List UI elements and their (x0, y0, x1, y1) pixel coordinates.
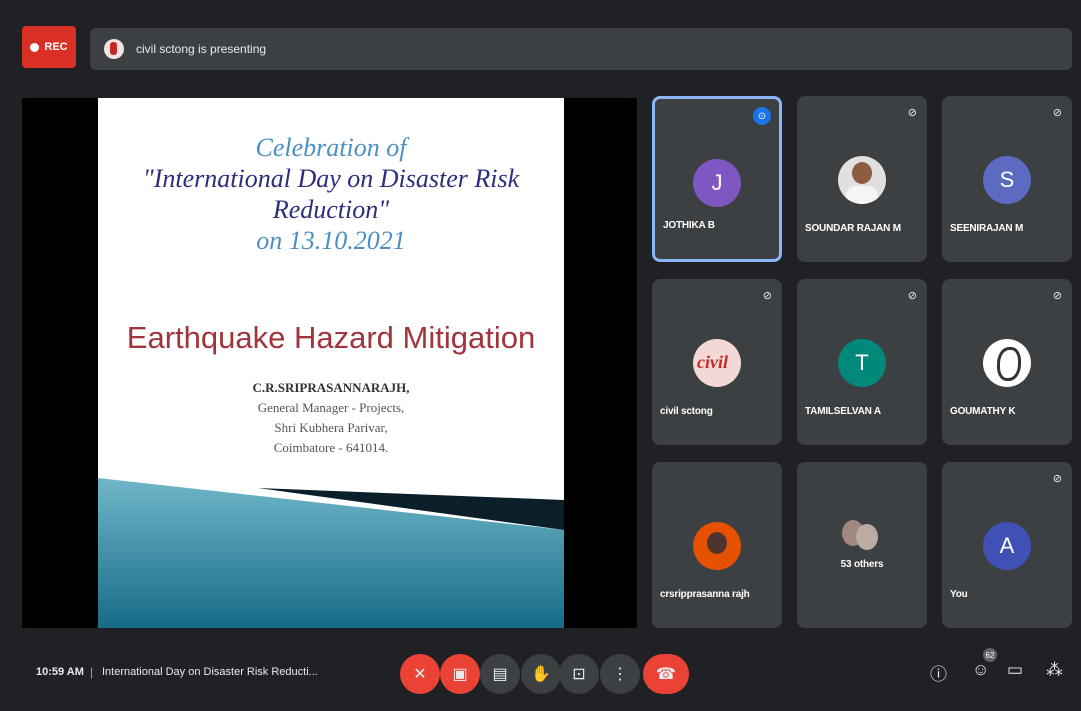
captions-icon: ▤ (492, 666, 508, 683)
avatar (983, 339, 1031, 387)
shirt-shape (846, 186, 878, 204)
mic-off-icon: ⊘ (762, 290, 772, 302)
author-location: Coimbatore - 641014. (273, 440, 389, 455)
participant-name: SEENIRAJAN M (950, 223, 1024, 234)
present-button[interactable]: ⊡ (559, 654, 599, 694)
avatar-initial: S (999, 167, 1015, 192)
avatar (693, 339, 741, 387)
chat-icon[interactable]: ▭ (1007, 660, 1023, 680)
end-call-icon: ☎ (656, 666, 676, 683)
presentation-stage: Celebration of "International Day on Dis… (22, 98, 637, 628)
participant-tile[interactable]: ⊘ A You (942, 462, 1072, 628)
participant-tile[interactable]: ⊘ T TAMILSELVAN A (797, 279, 927, 445)
participant-name: GOUMATHY K (950, 406, 1016, 417)
heading-line: Reduction" (272, 195, 390, 224)
rec-label: REC (44, 41, 68, 53)
author-block: C.R.SRIPRASANNARAJH, General Manager - P… (98, 378, 564, 458)
mic-off-icon: ⊘ (907, 290, 917, 302)
pin-icon[interactable]: ⊙ (753, 107, 771, 125)
avatar: S (983, 156, 1031, 204)
avatar: A (983, 522, 1031, 570)
avatar: T (838, 339, 886, 387)
presentation-slide: Celebration of "International Day on Dis… (98, 98, 564, 628)
mic-toggle-button[interactable]: ✕ (400, 654, 440, 694)
mic-off-icon: ⊘ (907, 107, 917, 119)
participant-name: TAMILSELVAN A (805, 406, 881, 417)
face-shape (852, 162, 872, 184)
recording-badge[interactable]: REC (22, 26, 76, 68)
slide-wave-decoration (98, 478, 564, 628)
participant-tile[interactable]: ⊙ J JOTHIKA B (652, 96, 782, 262)
heading-line: "International Day on Disaster Risk (142, 164, 520, 193)
leave-call-button[interactable]: ☎ (643, 654, 689, 694)
activities-icon[interactable]: ⁂ (1046, 660, 1063, 680)
mic-off-icon: ✕ (413, 666, 427, 683)
mic-off-icon: ⊘ (1052, 473, 1062, 485)
others-label: 53 others (840, 559, 884, 570)
info-icon[interactable]: ⓘ (930, 660, 947, 685)
participant-tile[interactable]: ⊘ civil sctong (652, 279, 782, 445)
author-company: Shri Kubhera Parivar, (274, 420, 388, 435)
participant-tile[interactable]: ⊘ S SEENIRAJAN M (942, 96, 1072, 262)
mic-off-icon: ⊘ (1052, 290, 1062, 302)
participant-tile[interactable]: 53 others (797, 462, 927, 628)
heading-line: Celebration of (255, 133, 407, 162)
heading-line: on 13.10.2021 (256, 226, 406, 255)
participant-tile[interactable]: crsripprasanna rajh (652, 462, 782, 628)
participant-name: SOUNDAR RAJAN M (805, 223, 901, 234)
avatar (838, 156, 886, 204)
more-options-button[interactable]: ⋮ (600, 654, 640, 694)
camera-off-icon: ▣ (452, 666, 468, 683)
participant-name: You (950, 589, 968, 600)
record-dot-icon (30, 42, 40, 52)
meeting-title: International Day on Disaster Risk Reduc… (102, 666, 318, 678)
people-icon[interactable]: ☺ (972, 660, 989, 680)
slide-title: Earthquake Hazard Mitigation (126, 320, 536, 355)
author-name: C.R.SRIPRASANNARAJH, (252, 380, 410, 395)
presenting-banner: civil sctong is presenting (90, 28, 1072, 70)
mic-off-icon: ⊘ (1052, 107, 1062, 119)
clock: 10:59 AM (36, 666, 84, 678)
more-icon: ⋮ (612, 666, 628, 683)
separator: | (90, 665, 94, 679)
avatar (856, 524, 878, 550)
raise-hand-button[interactable]: ✋ (521, 654, 561, 694)
slide-heading: Celebration of "International Day on Dis… (98, 132, 564, 256)
group-avatars (842, 520, 882, 560)
presenting-text: civil sctong is presenting (136, 42, 267, 56)
participant-tile[interactable]: ⊘ GOUMATHY K (942, 279, 1072, 445)
avatar-initial: T (855, 350, 869, 375)
participant-tile[interactable]: ⊘ SOUNDAR RAJAN M (797, 96, 927, 262)
bottom-bar: 10:59 AM | International Day on Disaster… (0, 640, 1081, 711)
avatar-initial: J (711, 170, 723, 195)
participant-name: civil sctong (660, 406, 713, 417)
raise-hand-icon: ✋ (531, 666, 551, 683)
present-icon: ⊡ (572, 666, 586, 683)
avatar (693, 522, 741, 570)
camera-toggle-button[interactable]: ▣ (440, 654, 480, 694)
participant-name: crsripprasanna rajh (660, 589, 750, 600)
avatar: J (693, 159, 741, 207)
author-position: General Manager - Projects, (257, 400, 405, 415)
participant-name: JOTHIKA B (663, 220, 715, 231)
captions-button[interactable]: ▤ (480, 654, 520, 694)
top-bar: REC civil sctong is presenting (0, 0, 1081, 90)
presenter-avatar (104, 39, 124, 59)
avatar-initial: A (999, 533, 1015, 558)
